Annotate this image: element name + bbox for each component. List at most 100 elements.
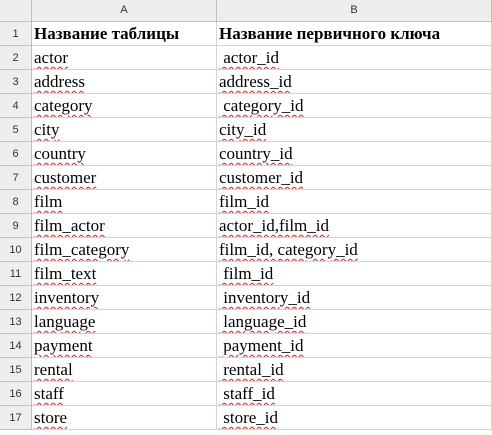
cell-primary-key[interactable]: staff_id bbox=[217, 382, 492, 406]
cell-table-name[interactable]: city bbox=[32, 118, 217, 142]
table-row: 13 language language_id bbox=[0, 310, 492, 334]
row-number[interactable]: 15 bbox=[0, 358, 32, 382]
cell-table-name[interactable]: address bbox=[32, 70, 217, 94]
primary-key-text: film_id, category_id bbox=[219, 240, 358, 259]
primary-key-text: actor_id bbox=[219, 48, 279, 67]
cell-table-name[interactable]: payment bbox=[32, 334, 217, 358]
cell-primary-key[interactable]: address_id bbox=[217, 70, 492, 94]
table-row: 12 inventory inventory_id bbox=[0, 286, 492, 310]
column-header-b[interactable]: B bbox=[217, 0, 492, 22]
row-number[interactable]: 1 bbox=[0, 22, 32, 46]
table-name-text: film bbox=[34, 192, 63, 211]
cell-table-name[interactable]: film_text bbox=[32, 262, 217, 286]
cell-table-name[interactable]: film_category bbox=[32, 238, 217, 262]
table-row: 16 staff staff_id bbox=[0, 382, 492, 406]
table-name-text: language bbox=[34, 312, 96, 331]
table-name-text: country bbox=[34, 144, 86, 163]
table-row: 14 payment payment_id bbox=[0, 334, 492, 358]
cell-primary-key[interactable]: language_id bbox=[217, 310, 492, 334]
table-name-text: address bbox=[34, 72, 85, 91]
row-number[interactable]: 2 bbox=[0, 46, 32, 70]
column-header-a[interactable]: A bbox=[32, 0, 217, 22]
cell-primary-key[interactable]: payment_id bbox=[217, 334, 492, 358]
cell-primary-key[interactable]: city_id bbox=[217, 118, 492, 142]
row-number[interactable]: 3 bbox=[0, 70, 32, 94]
primary-key-text: inventory_id bbox=[219, 288, 311, 307]
table-name-text: actor bbox=[34, 48, 68, 67]
cell-primary-key[interactable]: actor_id bbox=[217, 46, 492, 70]
cell-table-name[interactable]: actor bbox=[32, 46, 217, 70]
cell-primary-key[interactable]: inventory_id bbox=[217, 286, 492, 310]
table-name-text: rental bbox=[34, 360, 73, 379]
cell-primary-key[interactable]: actor_id,film_id bbox=[217, 214, 492, 238]
table-row: 11 film_text film_id bbox=[0, 262, 492, 286]
cell-primary-key[interactable]: customer_id bbox=[217, 166, 492, 190]
table-row: 3 address address_id bbox=[0, 70, 492, 94]
row-number[interactable]: 4 bbox=[0, 94, 32, 118]
cell-table-name[interactable]: film bbox=[32, 190, 217, 214]
row-number[interactable]: 5 bbox=[0, 118, 32, 142]
table-name-text: film_actor bbox=[34, 216, 105, 235]
cell-primary-key[interactable]: store_id bbox=[217, 406, 492, 430]
row-number[interactable]: 6 bbox=[0, 142, 32, 166]
row-number[interactable]: 9 bbox=[0, 214, 32, 238]
cell-primary-key[interactable]: film_id, category_id bbox=[217, 238, 492, 262]
cell-b1-primary-key-header[interactable]: Название первичного ключа bbox=[217, 22, 492, 46]
primary-key-text: address_id bbox=[219, 72, 292, 91]
table-name-text: customer bbox=[34, 168, 97, 187]
primary-key-text: store_id bbox=[219, 408, 279, 427]
spreadsheet: A B 1 Название таблицы Название первично… bbox=[0, 0, 492, 435]
table-row: 10 film_category film_id, category_id bbox=[0, 238, 492, 262]
primary-key-text: staff_id bbox=[219, 384, 275, 403]
primary-key-text: film_id bbox=[219, 192, 270, 211]
table-row: 6 country country_id bbox=[0, 142, 492, 166]
primary-key-text: payment_id bbox=[219, 336, 304, 355]
table-row: 8 film film_id bbox=[0, 190, 492, 214]
row-number[interactable]: 10 bbox=[0, 238, 32, 262]
table-row: 2 actor actor_id bbox=[0, 46, 492, 70]
header-row: 1 Название таблицы Название первичного к… bbox=[0, 22, 492, 46]
row-number[interactable]: 17 bbox=[0, 406, 32, 430]
table-name-text: film_category bbox=[34, 240, 130, 259]
row-number[interactable]: 16 bbox=[0, 382, 32, 406]
table-row: 17 store store_id bbox=[0, 406, 492, 430]
select-all-corner[interactable] bbox=[0, 0, 32, 22]
cell-table-name[interactable]: customer bbox=[32, 166, 217, 190]
cell-table-name[interactable]: store bbox=[32, 406, 217, 430]
table-row: 9 film_actor actor_id,film_id bbox=[0, 214, 492, 238]
table-name-text: category bbox=[34, 96, 93, 115]
primary-key-text: film_id bbox=[219, 264, 274, 283]
primary-key-text: rental_id bbox=[219, 360, 284, 379]
table-row: 7 customer customer_id bbox=[0, 166, 492, 190]
cell-table-name[interactable]: category bbox=[32, 94, 217, 118]
table-row: 15 rental rental_id bbox=[0, 358, 492, 382]
row-number[interactable]: 11 bbox=[0, 262, 32, 286]
row-number[interactable]: 13 bbox=[0, 310, 32, 334]
primary-key-text: city_id bbox=[219, 120, 267, 139]
cell-table-name[interactable]: film_actor bbox=[32, 214, 217, 238]
cell-table-name[interactable]: rental bbox=[32, 358, 217, 382]
cell-primary-key[interactable]: film_id bbox=[217, 262, 492, 286]
cell-primary-key[interactable]: rental_id bbox=[217, 358, 492, 382]
primary-key-text: actor_id,film_id bbox=[219, 216, 330, 235]
table-name-text: payment bbox=[34, 336, 93, 355]
table-name-text: inventory bbox=[34, 288, 100, 307]
row-number[interactable]: 7 bbox=[0, 166, 32, 190]
table-name-text: store bbox=[34, 408, 68, 427]
row-number[interactable]: 12 bbox=[0, 286, 32, 310]
cell-primary-key[interactable]: country_id bbox=[217, 142, 492, 166]
cell-table-name[interactable]: language bbox=[32, 310, 217, 334]
cell-table-name[interactable]: staff bbox=[32, 382, 217, 406]
table-name-text: staff bbox=[34, 384, 64, 403]
cell-primary-key[interactable]: film_id bbox=[217, 190, 492, 214]
row-number[interactable]: 8 bbox=[0, 190, 32, 214]
cell-table-name[interactable]: country bbox=[32, 142, 217, 166]
cell-a1-table-name-header[interactable]: Название таблицы bbox=[32, 22, 217, 46]
primary-key-text: country_id bbox=[219, 144, 293, 163]
cell-primary-key[interactable]: category_id bbox=[217, 94, 492, 118]
cell-table-name[interactable]: inventory bbox=[32, 286, 217, 310]
table-row: 4 category category_id bbox=[0, 94, 492, 118]
primary-key-text: customer_id bbox=[219, 168, 304, 187]
table-row: 5 city city_id bbox=[0, 118, 492, 142]
row-number[interactable]: 14 bbox=[0, 334, 32, 358]
